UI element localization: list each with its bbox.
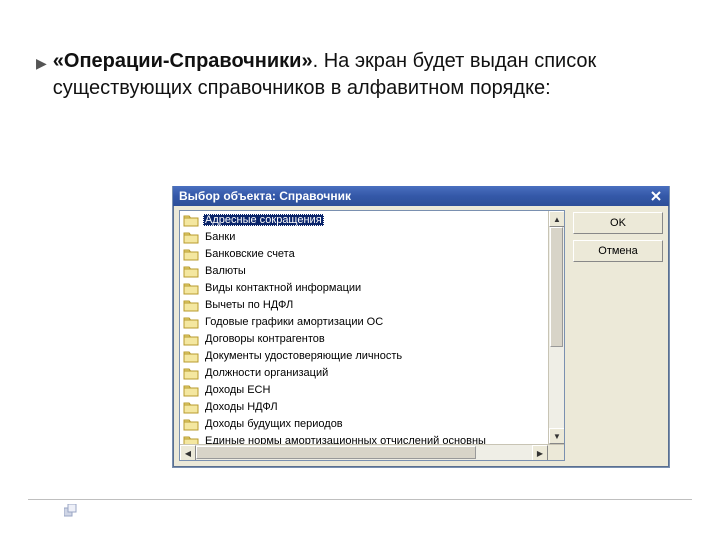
- ok-button[interactable]: OK: [573, 212, 663, 234]
- list-item[interactable]: Банки: [180, 228, 548, 245]
- list-item[interactable]: Валюты: [180, 262, 548, 279]
- scroll-left-button[interactable]: ◀: [180, 445, 196, 461]
- paragraph-text: «Операции-Справочники». На экран будет в…: [53, 48, 692, 102]
- list-item[interactable]: Банковские счета: [180, 245, 548, 262]
- cancel-button[interactable]: Отмена: [573, 240, 663, 262]
- list-item-label: Доходы будущих периодов: [203, 418, 345, 430]
- list-item-label: Единые нормы амортизационных отчислений …: [203, 435, 488, 445]
- list-item[interactable]: Доходы ЕСН: [180, 381, 548, 398]
- folder-icon: [183, 332, 199, 346]
- select-object-dialog: Выбор объекта: Справочник Адресные сокра…: [172, 186, 670, 468]
- directory-listbox[interactable]: Адресные сокращения Банки Банковские счета…: [179, 210, 565, 461]
- list-item-label: Банковские счета: [203, 248, 297, 260]
- folder-icon: [183, 434, 199, 445]
- list-item-label: Доходы ЕСН: [203, 384, 272, 396]
- list-item[interactable]: Доходы НДФЛ: [180, 398, 548, 415]
- list-item-label: Адресные сокращения: [203, 214, 324, 226]
- bullet-icon: ▶: [36, 48, 47, 102]
- list-item[interactable]: Договоры контрагентов: [180, 330, 548, 347]
- list-item[interactable]: Виды контактной информации: [180, 279, 548, 296]
- slide-corner-icon: [64, 504, 78, 518]
- list-item[interactable]: Должности организаций: [180, 364, 548, 381]
- folder-icon: [183, 315, 199, 329]
- list-item-label: Годовые графики амортизации ОС: [203, 316, 385, 328]
- list-item-label: Документы удостоверяющие личность: [203, 350, 404, 362]
- folder-icon: [183, 400, 199, 414]
- folder-icon: [183, 230, 199, 244]
- folder-icon: [183, 213, 199, 227]
- list-item[interactable]: Единые нормы амортизационных отчислений …: [180, 432, 548, 444]
- folder-icon: [183, 281, 199, 295]
- list-item-label: Вычеты по НДФЛ: [203, 299, 295, 311]
- list-item[interactable]: Вычеты по НДФЛ: [180, 296, 548, 313]
- folder-icon: [183, 349, 199, 363]
- list-item-label: Виды контактной информации: [203, 282, 363, 294]
- vertical-scrollbar[interactable]: ▲ ▼: [548, 211, 564, 444]
- list-item-label: Валюты: [203, 265, 248, 277]
- hscroll-thumb[interactable]: [196, 446, 476, 459]
- scroll-corner: [548, 445, 564, 461]
- list-item[interactable]: Документы удостоверяющие личность: [180, 347, 548, 364]
- footer-divider: [28, 499, 692, 500]
- titlebar[interactable]: Выбор объекта: Справочник: [173, 186, 669, 206]
- close-button[interactable]: [647, 188, 665, 204]
- folder-icon: [183, 383, 199, 397]
- list-item[interactable]: Доходы будущих периодов: [180, 415, 548, 432]
- list-item[interactable]: Адресные сокращения: [180, 211, 548, 228]
- scroll-down-button[interactable]: ▼: [549, 428, 565, 444]
- folder-icon: [183, 298, 199, 312]
- scroll-up-button[interactable]: ▲: [549, 211, 565, 227]
- folder-icon: [183, 366, 199, 380]
- description-paragraph: ▶ «Операции-Справочники». На экран будет…: [36, 48, 692, 102]
- list-item-label: Банки: [203, 231, 237, 243]
- list-item-label: Договоры контрагентов: [203, 333, 327, 345]
- horizontal-scrollbar[interactable]: ◀ ▶: [180, 444, 564, 460]
- folder-icon: [183, 247, 199, 261]
- vscroll-thumb[interactable]: [550, 227, 563, 347]
- scroll-right-button[interactable]: ▶: [532, 445, 548, 461]
- list-item[interactable]: Годовые графики амортизации ОС: [180, 313, 548, 330]
- list-item-label: Доходы НДФЛ: [203, 401, 280, 413]
- folder-icon: [183, 264, 199, 278]
- folder-icon: [183, 417, 199, 431]
- list-item-label: Должности организаций: [203, 367, 330, 379]
- dialog-title: Выбор объекта: Справочник: [179, 189, 647, 203]
- paragraph-bold: «Операции-Справочники»: [53, 50, 313, 72]
